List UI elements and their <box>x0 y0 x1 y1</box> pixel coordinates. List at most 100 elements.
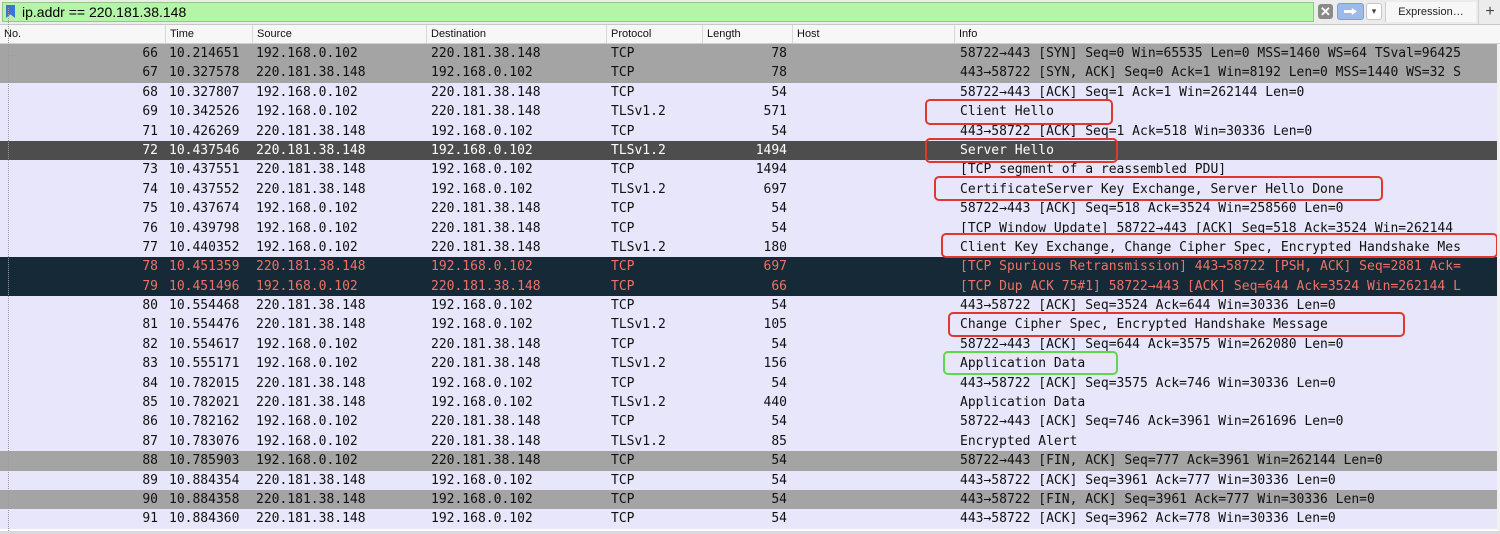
packet-length: 78 <box>771 46 787 61</box>
packet-protocol: TCP <box>611 336 635 352</box>
packet-number: 71 <box>142 123 158 139</box>
packet-length: 54 <box>771 472 787 488</box>
packet-time: 10.214651 <box>169 46 240 61</box>
packet-source: 192.168.0.102 <box>256 356 358 372</box>
packet-protocol: TCP <box>611 491 635 507</box>
column-header-time[interactable]: Time <box>165 25 252 43</box>
packet-row[interactable]: 86 10.782162 192.168.0.102 220.181.38.148 TC… <box>0 412 1500 432</box>
packet-protocol: TLSv1.2 <box>611 317 666 333</box>
packet-row[interactable]: 88 10.785903 192.168.0.102 220.181.38.148 TC… <box>0 451 1500 471</box>
column-header-host[interactable]: Host <box>792 25 954 43</box>
packet-destination: 220.181.38.148 <box>431 336 541 352</box>
column-header-no[interactable]: No. <box>0 25 165 43</box>
packet-row[interactable]: 68 10.327807 192.168.0.102 220.181.38.148 TC… <box>0 82 1500 103</box>
packet-info: 58722→443 [ACK] Seq=518 Ack=3524 Win=258… <box>960 201 1344 217</box>
packet-host <box>797 393 955 412</box>
packet-destination: 220.181.38.148 <box>431 453 541 469</box>
packet-list: 66 10.214651 192.168.0.102 220.181.38.148 TC… <box>0 44 1500 529</box>
packet-number: 76 <box>142 220 158 236</box>
display-filter-input[interactable]: ip.addr == 220.181.38.148 <box>2 2 1314 22</box>
packet-length: 54 <box>771 336 787 352</box>
column-header-info[interactable]: Info <box>954 25 1500 43</box>
packet-number: 83 <box>142 356 158 372</box>
packet-host <box>797 471 955 490</box>
packet-source: 220.181.38.148 <box>256 162 366 178</box>
clear-filter-button[interactable]: ✕ <box>1318 4 1333 19</box>
packet-row[interactable]: 90 10.884358 220.181.38.148 192.168.0.102 TC… <box>0 489 1500 510</box>
packet-length: 54 <box>771 298 787 314</box>
packet-source: 220.181.38.148 <box>256 375 366 391</box>
packet-length: 54 <box>771 491 787 507</box>
packet-number: 73 <box>142 162 158 178</box>
apply-filter-button[interactable] <box>1337 3 1364 20</box>
packet-source: 220.181.38.148 <box>256 298 366 314</box>
packet-protocol: TCP <box>611 46 635 61</box>
packet-time: 10.451359 <box>169 259 240 275</box>
filter-history-dropdown[interactable]: ▾ <box>1366 3 1382 20</box>
packet-protocol: TLSv1.2 <box>611 395 666 411</box>
packet-number: 67 <box>142 65 158 81</box>
packet-row[interactable]: 75 10.437674 192.168.0.102 220.181.38.148 TC… <box>0 199 1500 219</box>
column-header-protocol[interactable]: Protocol <box>606 25 702 43</box>
packet-source: 220.181.38.148 <box>256 259 366 275</box>
packet-row[interactable]: 66 10.214651 192.168.0.102 220.181.38.148 TC… <box>0 44 1500 64</box>
packet-number: 89 <box>142 472 158 488</box>
packet-source: 192.168.0.102 <box>256 201 358 217</box>
packet-row[interactable]: 84 10.782015 220.181.38.148 192.168.0.102 TC… <box>0 373 1500 394</box>
packet-length: 54 <box>771 220 787 236</box>
packet-destination: 220.181.38.148 <box>431 356 541 372</box>
packet-time: 10.451496 <box>169 278 240 294</box>
packet-row[interactable]: 83 10.555171 192.168.0.102 220.181.38.148 TL… <box>0 354 1500 374</box>
packet-source: 192.168.0.102 <box>256 84 358 100</box>
packet-number: 88 <box>142 453 158 469</box>
packet-info: 443→58722 [FIN, ACK] Seq=3961 Ack=777 Wi… <box>960 491 1375 507</box>
packet-row[interactable]: 91 10.884360 220.181.38.148 192.168.0.102 TC… <box>0 509 1500 529</box>
packet-source: 220.181.38.148 <box>256 142 366 158</box>
packet-protocol: TLSv1.2 <box>611 142 666 158</box>
annotation-box-change-cipher-spec <box>948 312 1405 337</box>
packet-info: 58722→443 [FIN, ACK] Seq=777 Ack=3961 Wi… <box>960 453 1383 469</box>
packet-info: 58722→443 [SYN] Seq=0 Win=65535 Len=0 MS… <box>960 46 1461 61</box>
annotation-box-client-hello <box>925 99 1113 125</box>
packet-length: 180 <box>763 239 787 255</box>
packet-time: 10.884354 <box>169 472 240 488</box>
packet-source: 192.168.0.102 <box>256 46 358 61</box>
packet-info: 443→58722 [ACK] Seq=3962 Ack=778 Win=303… <box>960 511 1336 527</box>
packet-row[interactable]: 69 10.342526 192.168.0.102 220.181.38.148 TL… <box>0 102 1500 122</box>
packet-list-header: No. Time Source Destination Protocol Len… <box>0 25 1500 44</box>
add-filter-button[interactable]: + <box>1478 0 1500 24</box>
packet-protocol: TCP <box>611 298 635 314</box>
expression-button[interactable]: Expression… <box>1385 2 1476 22</box>
packet-length: 697 <box>763 259 787 275</box>
column-header-length[interactable]: Length <box>702 25 792 43</box>
packet-row[interactable]: 85 10.782021 220.181.38.148 192.168.0.102 TL… <box>0 393 1500 413</box>
packet-destination: 192.168.0.102 <box>431 395 533 411</box>
packet-time: 10.342526 <box>169 104 240 120</box>
packet-info: 443→58722 [SYN, ACK] Seq=0 Ack=1 Win=819… <box>960 65 1461 81</box>
packet-row[interactable]: 89 10.884354 220.181.38.148 192.168.0.102 TC… <box>0 470 1500 490</box>
column-header-source[interactable]: Source <box>252 25 426 43</box>
packet-host <box>797 296 955 315</box>
packet-length: 54 <box>771 414 787 430</box>
packet-host <box>797 44 955 63</box>
packet-host <box>797 315 955 334</box>
packet-time: 10.437551 <box>169 162 240 178</box>
packet-length: 54 <box>771 375 787 391</box>
packet-host <box>797 374 955 393</box>
packet-host <box>797 219 955 238</box>
packet-source: 220.181.38.148 <box>256 395 366 411</box>
packet-row[interactable]: 79 10.451496 192.168.0.102 220.181.38.148 TC… <box>0 276 1500 297</box>
packet-row[interactable]: 72 10.437546 220.181.38.148 192.168.0.102 TL… <box>0 140 1500 161</box>
display-filter-value[interactable]: ip.addr == 220.181.38.148 <box>22 4 186 21</box>
packet-protocol: TLSv1.2 <box>611 239 666 255</box>
packet-row[interactable]: 71 10.426269 220.181.38.148 192.168.0.102 TC… <box>0 121 1500 141</box>
packet-protocol: TLSv1.2 <box>611 356 666 372</box>
packet-number: 82 <box>142 336 158 352</box>
column-header-destination[interactable]: Destination <box>426 25 606 43</box>
packet-row[interactable]: 82 10.554617 192.168.0.102 220.181.38.148 TC… <box>0 334 1500 355</box>
packet-time: 10.554476 <box>169 317 240 333</box>
packet-row[interactable]: 87 10.783076 192.168.0.102 220.181.38.148 TL… <box>0 431 1500 452</box>
packet-row[interactable]: 78 10.451359 220.181.38.148 192.168.0.102 TC… <box>0 257 1500 277</box>
packet-time: 10.884360 <box>169 511 240 527</box>
packet-row[interactable]: 67 10.327578 220.181.38.148 192.168.0.102 TC… <box>0 63 1500 83</box>
